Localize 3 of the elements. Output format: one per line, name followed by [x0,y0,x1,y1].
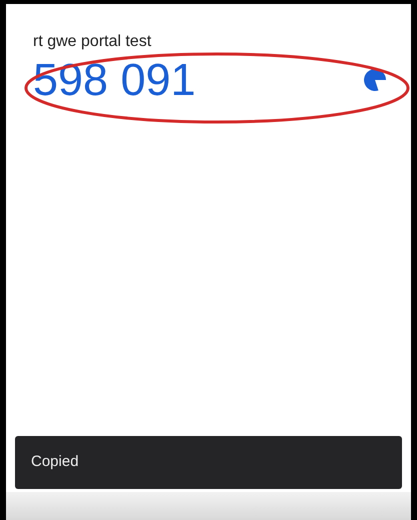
snackbar-message: Copied [31,452,79,472]
verification-code[interactable]: 598 091 [33,56,196,104]
account-name: rt gwe portal test [33,32,152,52]
